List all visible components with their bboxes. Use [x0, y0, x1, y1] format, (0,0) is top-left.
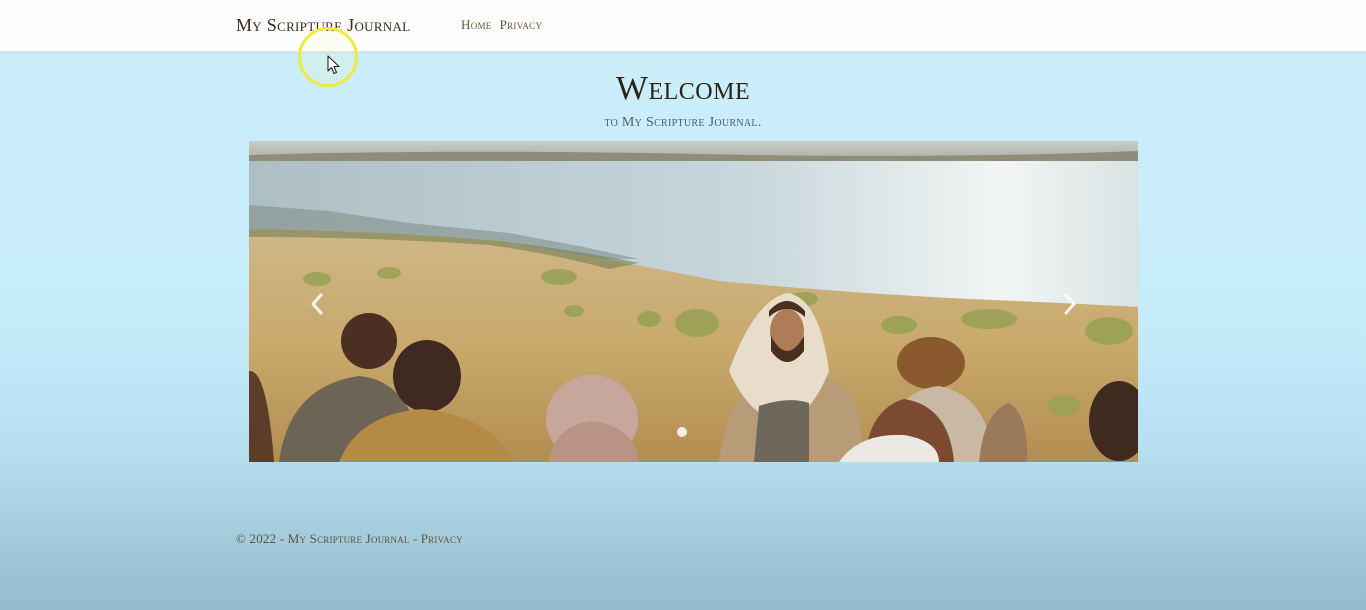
carousel-slide-image	[249, 141, 1138, 462]
nav-privacy-link[interactable]: Privacy	[500, 17, 543, 33]
carousel-next-button[interactable]	[1060, 291, 1080, 317]
carousel-indicator-dot[interactable]	[677, 427, 687, 437]
page-title: Welcome	[615, 70, 751, 107]
image-carousel[interactable]	[249, 141, 1138, 462]
nav-home-link[interactable]: Home	[461, 17, 492, 33]
carousel-prev-button[interactable]	[307, 291, 327, 317]
page-subtitle: to My Scripture Journal.	[604, 115, 762, 130]
chevron-left-icon	[311, 293, 323, 315]
footer-copyright: © 2022 - My Scripture Journal -	[236, 531, 418, 546]
footer-privacy-link[interactable]: Privacy	[421, 531, 463, 546]
chevron-right-icon	[1064, 293, 1076, 315]
nav-links: Home Privacy	[461, 17, 542, 33]
footer: © 2022 - My Scripture Journal - Privacy	[236, 531, 463, 547]
navbar: My Scripture Journal Home Privacy	[0, 0, 1366, 52]
